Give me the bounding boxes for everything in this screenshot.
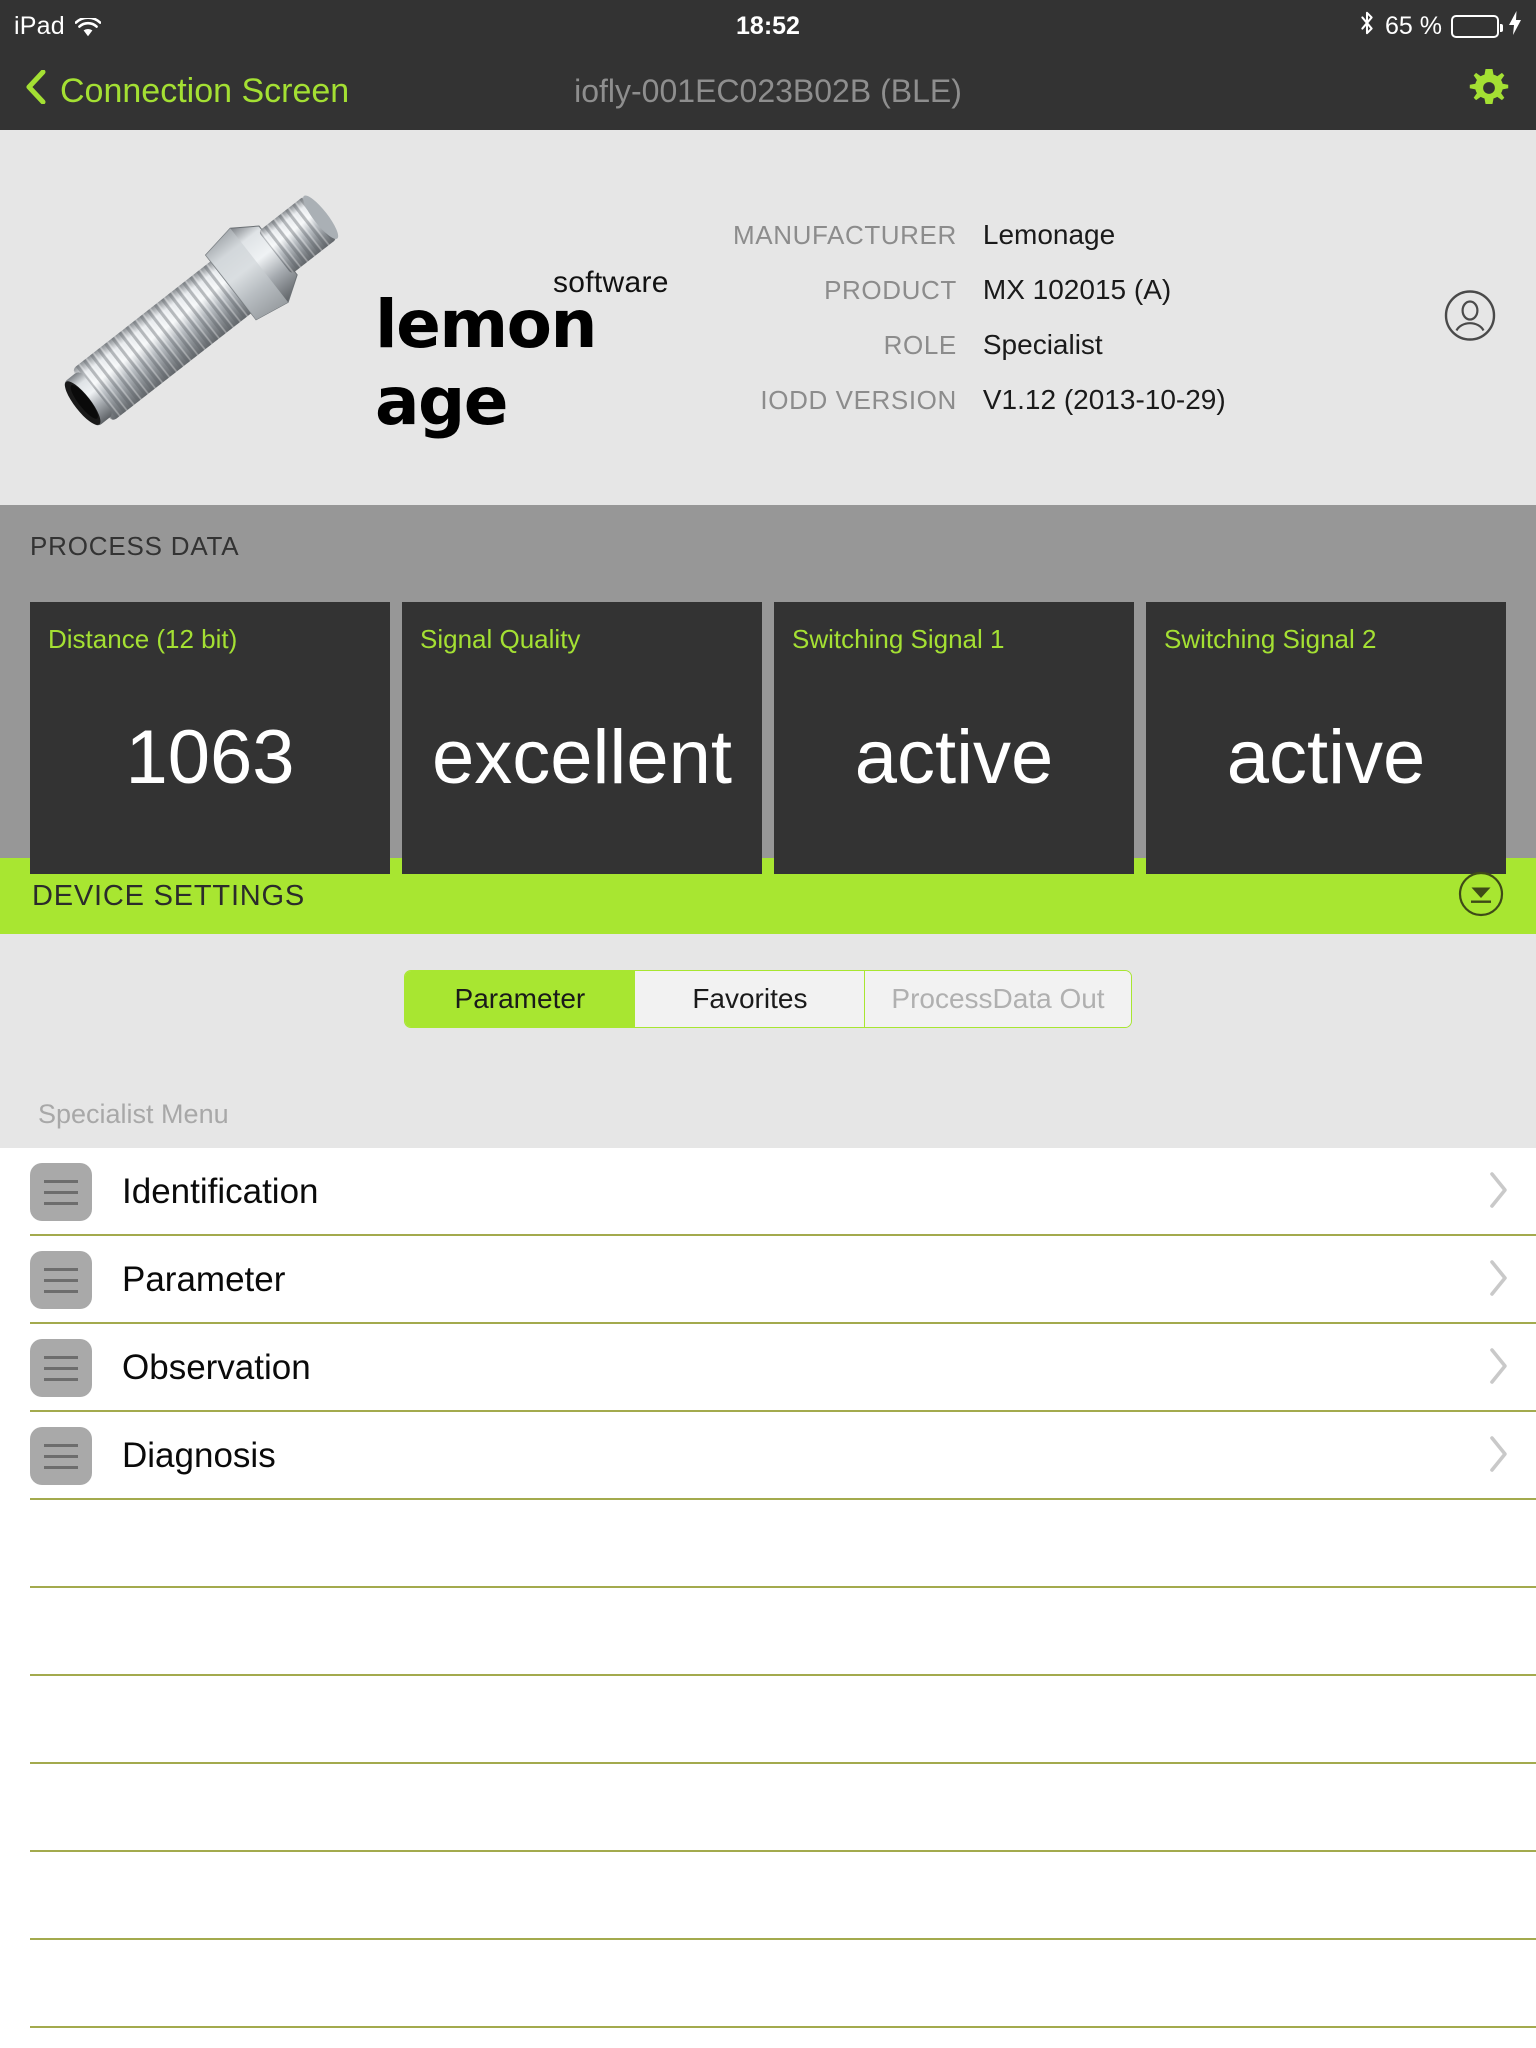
list-item-empty (0, 1852, 1536, 1940)
process-data-card[interactable]: Switching Signal 1 active (774, 602, 1134, 874)
info-value-manufacturer: Lemonage (982, 219, 1116, 250)
list-item-label: Observation (122, 1348, 311, 1387)
menu-section-header: Specialist Menu (0, 1094, 1536, 1148)
list-item[interactable]: Identification (0, 1148, 1536, 1236)
list-item[interactable]: Parameter (0, 1236, 1536, 1324)
info-value-iodd-version: V1.12 (2013-10-29) (982, 384, 1226, 415)
lightning-bolt-icon (1508, 10, 1522, 42)
logo-main-text: lemon age (375, 285, 598, 440)
person-circle-icon (1444, 289, 1496, 345)
process-data-card[interactable]: Signal Quality excellent (402, 602, 762, 874)
status-bar-clock: 18:52 (736, 11, 800, 40)
chevron-right-icon (1488, 1171, 1510, 1214)
menu-lines-icon (30, 1251, 92, 1309)
process-data-section: PROCESS DATA Distance (12 bit) 1063 Sign… (0, 505, 1536, 874)
process-data-cards: Distance (12 bit) 1063 Signal Quality ex… (30, 602, 1506, 874)
tabs-container: Parameter Favorites ProcessData Out (0, 934, 1536, 1094)
status-bar-right: 65 % (1358, 10, 1522, 43)
account-button[interactable] (1444, 289, 1496, 346)
info-label-iodd-version: IODD VERSION (760, 385, 957, 415)
status-bar: iPad 18:52 65 % (0, 0, 1536, 52)
process-card-value: active (1226, 715, 1426, 800)
gear-icon (1468, 68, 1510, 115)
chevron-right-icon (1488, 1435, 1510, 1478)
status-bar-left: iPad (14, 11, 102, 41)
list-item-label: Identification (122, 1172, 319, 1211)
menu-list: Identification Parameter Observation Dia… (0, 1148, 1536, 2028)
battery-icon (1451, 14, 1503, 38)
battery-percent-label: 65 % (1385, 11, 1442, 40)
tab-processdata-out[interactable]: ProcessData Out (865, 971, 1131, 1027)
list-item-empty (0, 1940, 1536, 2028)
process-card-value: active (854, 715, 1054, 800)
device-info-panel: software lemon age MANUFACTURER Lemonage… (0, 130, 1536, 505)
collapse-down-circle-icon (1458, 871, 1504, 922)
info-label-manufacturer: MANUFACTURER (733, 220, 957, 250)
list-item-empty (0, 1500, 1536, 1588)
process-data-card[interactable]: Distance (12 bit) 1063 (30, 602, 390, 874)
menu-lines-icon (30, 1427, 92, 1485)
segmented-control: Parameter Favorites ProcessData Out (404, 970, 1132, 1028)
list-item-empty (0, 1676, 1536, 1764)
wifi-icon (74, 16, 102, 37)
process-data-card[interactable]: Switching Signal 2 active (1146, 602, 1506, 874)
list-item[interactable]: Observation (0, 1324, 1536, 1412)
tab-favorites[interactable]: Favorites (635, 971, 866, 1027)
bluetooth-icon (1358, 10, 1376, 43)
process-card-label: Switching Signal 2 (1164, 624, 1377, 654)
device-settings-title: DEVICE SETTINGS (32, 879, 306, 912)
process-card-value: 1063 (125, 715, 295, 800)
carrier-label: iPad (14, 11, 65, 40)
info-label-role: ROLE (883, 330, 957, 360)
info-value-role: Specialist (982, 329, 1103, 360)
process-card-label: Signal Quality (420, 624, 581, 654)
process-card-value: excellent (432, 715, 732, 800)
device-settings-collapse-button[interactable] (1458, 871, 1504, 922)
list-item-empty (0, 1764, 1536, 1852)
list-item-empty (0, 1588, 1536, 1676)
chevron-right-icon (1488, 1347, 1510, 1390)
navigation-bar: Connection Screen iofly-001EC023B02B (BL… (0, 52, 1536, 130)
info-value-product: MX 102015 (A) (982, 274, 1172, 305)
process-data-header: PROCESS DATA (30, 531, 240, 561)
settings-gear-button[interactable] (1468, 68, 1510, 115)
sensor-product-image (25, 168, 355, 468)
chevron-left-icon (26, 69, 46, 113)
device-info-table: MANUFACTURER Lemonage PRODUCT MX 102015 … (733, 219, 1226, 416)
list-item[interactable]: Diagnosis (0, 1412, 1536, 1500)
tab-parameter[interactable]: Parameter (405, 971, 636, 1027)
process-card-label: Switching Signal 1 (792, 624, 1005, 654)
info-label-product: PRODUCT (824, 275, 957, 305)
back-button[interactable]: Connection Screen (26, 69, 350, 113)
menu-lines-icon (30, 1339, 92, 1397)
menu-lines-icon (30, 1163, 92, 1221)
chevron-right-icon (1488, 1259, 1510, 1302)
list-item-label: Diagnosis (122, 1436, 276, 1475)
brand-logo: software lemon age (375, 258, 705, 440)
process-card-label: Distance (12 bit) (48, 624, 238, 654)
back-button-label: Connection Screen (60, 71, 350, 110)
list-item-label: Parameter (122, 1260, 286, 1299)
